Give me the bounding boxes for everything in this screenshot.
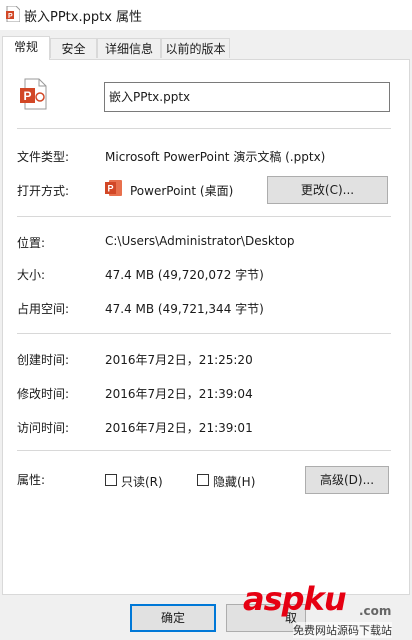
powerpoint-file-icon: P	[20, 78, 47, 110]
watermark-brand: aspku	[243, 580, 347, 618]
watermark-suffix: .com	[359, 604, 392, 618]
tab-general[interactable]: 常规	[2, 36, 50, 60]
size-label: 大小:	[17, 268, 46, 282]
modified-value: 2016年7月2日，21:39:04	[105, 387, 253, 401]
general-panel: P 嵌入PPtx.pptx 文件类型: Microsoft PowerPoint…	[2, 59, 410, 595]
watermark-tagline: 免费网站源码下载站	[293, 622, 392, 638]
powerpoint-file-icon: P	[6, 6, 20, 22]
file-type-value: Microsoft PowerPoint 演示文稿 (.pptx)	[105, 150, 326, 164]
separator	[17, 128, 391, 129]
modified-label: 修改时间:	[17, 387, 70, 401]
created-value: 2016年7月2日，21:25:20	[105, 353, 253, 367]
ok-button[interactable]: 确定	[130, 604, 216, 632]
tab-strip: 常规 安全 详细信息 以前的版本	[0, 36, 412, 60]
readonly-label[interactable]: 只读(R)	[121, 473, 163, 490]
change-button[interactable]: 更改(C)...	[267, 176, 388, 204]
hidden-label[interactable]: 隐藏(H)	[213, 473, 255, 490]
window-title: 嵌入PPtx.pptx 属性	[24, 10, 143, 25]
hidden-checkbox[interactable]	[197, 474, 209, 486]
svg-text:P: P	[24, 89, 32, 103]
accessed-label: 访问时间:	[17, 421, 70, 435]
svg-text:P: P	[108, 184, 114, 194]
readonly-checkbox[interactable]	[105, 474, 117, 486]
separator	[17, 333, 391, 334]
location-label: 位置:	[17, 236, 46, 250]
attributes-label: 属性:	[17, 473, 46, 487]
tab-security[interactable]: 安全	[50, 38, 97, 58]
powerpoint-app-icon: P	[105, 180, 122, 196]
advanced-button[interactable]: 高级(D)...	[305, 466, 389, 494]
location-value: C:\Users\Administrator\Desktop	[105, 234, 295, 248]
tab-details[interactable]: 详细信息	[97, 38, 161, 58]
svg-text:P: P	[8, 13, 13, 20]
separator	[17, 450, 391, 451]
size-value: 47.4 MB (49,720,072 字节)	[105, 268, 264, 282]
file-type-label: 文件类型:	[17, 150, 70, 164]
title-bar: P 嵌入PPtx.pptx 属性	[0, 0, 412, 30]
accessed-value: 2016年7月2日，21:39:01	[105, 421, 253, 435]
open-with-app: PowerPoint (桌面)	[130, 184, 234, 198]
separator	[17, 216, 391, 217]
tab-previous-versions[interactable]: 以前的版本	[161, 38, 230, 58]
size-on-disk-value: 47.4 MB (49,721,344 字节)	[105, 302, 264, 316]
watermark-logo: aspku .com 免费网站源码下载站	[243, 578, 408, 638]
open-with-label: 打开方式:	[17, 184, 70, 198]
size-on-disk-label: 占用空间:	[17, 302, 70, 316]
file-name-field[interactable]: 嵌入PPtx.pptx	[104, 82, 390, 112]
created-label: 创建时间:	[17, 353, 70, 367]
